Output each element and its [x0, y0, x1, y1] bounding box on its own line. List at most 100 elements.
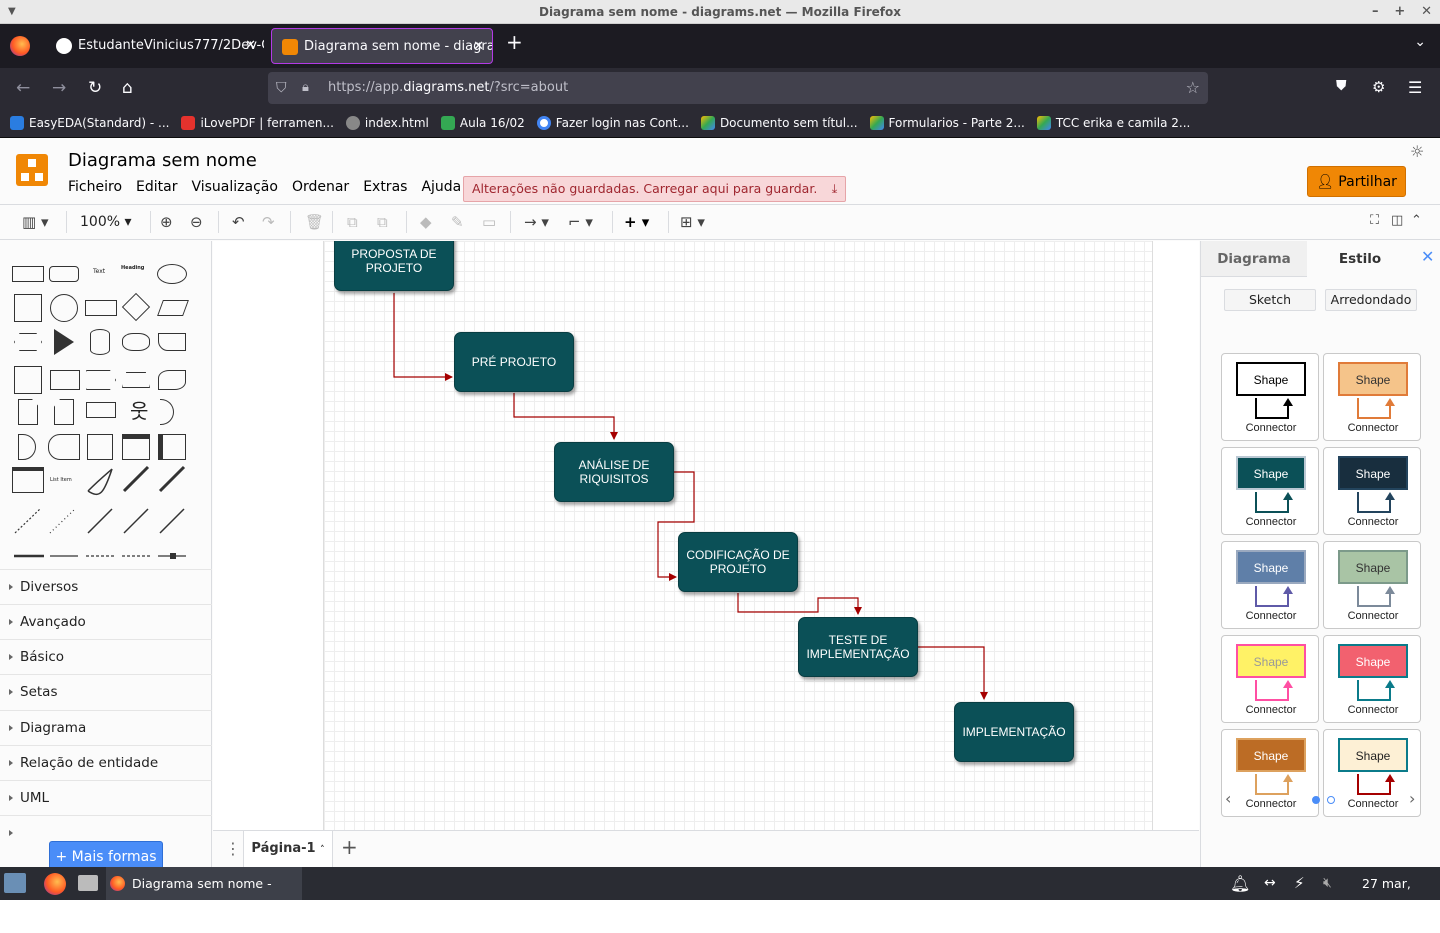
step-shape[interactable]	[86, 370, 116, 390]
cloud-shape[interactable]	[122, 333, 150, 351]
bookmark-item[interactable]: Documento sem títul...	[700, 115, 858, 130]
text-shape[interactable]: Text	[93, 268, 105, 275]
bookmark-item[interactable]: Aula 16/02	[440, 115, 525, 130]
style-card[interactable]: Shape Connector	[1221, 541, 1319, 629]
zoom-out-icon[interactable]: ⊖	[190, 213, 203, 231]
style-card[interactable]: Shape Connector	[1221, 635, 1319, 723]
zoom-select[interactable]: 100% ▾	[80, 214, 132, 230]
node-codificacao[interactable]: CODIFICAÇÃO DE PROJETO	[678, 532, 798, 592]
close-tab-icon[interactable]: ✕	[245, 28, 256, 64]
to-front-icon[interactable]: ⧉	[347, 213, 358, 231]
line-shape[interactable]	[87, 508, 113, 534]
tape-shape[interactable]	[158, 370, 186, 390]
category-uml[interactable]: UML	[0, 780, 212, 815]
bidirectional-arrow-shape[interactable]	[122, 465, 150, 493]
style-card[interactable]: Shape Connector	[1323, 353, 1421, 441]
power-icon[interactable]: ⚡︎	[1294, 867, 1305, 900]
unsaved-changes-banner[interactable]: Alterações não guardadas. Carregar aqui …	[463, 176, 847, 202]
view-panels-icon[interactable]: ▥ ▾	[22, 213, 48, 231]
menu-ordenar[interactable]: Ordenar	[292, 179, 349, 195]
swimlane-shape[interactable]	[122, 434, 150, 460]
menu-ajuda[interactable]: Ajuda	[421, 179, 461, 195]
new-tab-icon[interactable]: +	[506, 30, 523, 54]
rectangle-shape[interactable]	[12, 266, 44, 282]
diagram-canvas[interactable]: PROPOSTA DE PROJETO PRÉ PROJETO ANÁLISE …	[213, 241, 1199, 830]
home-icon[interactable]: ⌂	[122, 78, 133, 98]
shield-icon[interactable]: ⛉	[276, 72, 287, 104]
note-shape[interactable]	[18, 399, 38, 425]
triangle-shape[interactable]	[54, 329, 74, 355]
bookmark-item[interactable]: Fazer login nas Cont...	[536, 115, 689, 130]
menu-editar[interactable]: Editar	[136, 179, 177, 195]
firefox-launcher-icon[interactable]	[44, 873, 66, 895]
tab-drawio[interactable]: Diagrama sem nome - diagra ✕	[271, 28, 493, 64]
reload-icon[interactable]: ↻	[88, 78, 102, 98]
style-card[interactable]: Shape Connector	[1323, 541, 1421, 629]
files-launcher-icon[interactable]	[78, 875, 98, 891]
card-shape[interactable]	[54, 399, 74, 425]
rounded-rectangle-shape[interactable]	[49, 266, 79, 282]
container-shape[interactable]	[87, 434, 113, 460]
theme-icon[interactable]: ☼	[1410, 142, 1424, 161]
edge-pre-analise[interactable]	[513, 393, 618, 440]
pages-menu-icon[interactable]: ⋮	[225, 839, 241, 858]
internal-storage-shape[interactable]	[14, 366, 42, 394]
process-shape[interactable]	[85, 300, 117, 316]
insert-icon[interactable]: + ▾	[624, 213, 649, 231]
taskbar-window-firefox[interactable]: Diagrama sem nome - diagr...	[106, 867, 302, 924]
category-basico[interactable]: Básico	[0, 639, 212, 674]
add-page-icon[interactable]: +	[341, 835, 358, 859]
node-analise[interactable]: ANÁLISE DE RIQUISITOS	[554, 442, 674, 502]
callout-shape[interactable]	[86, 402, 116, 418]
style-card[interactable]: Shape Connector	[1323, 635, 1421, 723]
menu-visualizacao[interactable]: Visualização	[191, 179, 277, 195]
network-icon[interactable]: ↔	[1264, 867, 1276, 900]
style-card[interactable]: Shape Connector	[1221, 729, 1319, 817]
cube-shape[interactable]	[50, 370, 80, 390]
category-relacao-entidade[interactable]: Relação de entidade	[0, 745, 212, 780]
category-diversos[interactable]: Diversos	[0, 569, 212, 604]
connection-icon[interactable]: → ▾	[524, 213, 549, 231]
curve-shape[interactable]	[87, 468, 113, 496]
window-menu-icon[interactable]: ▼	[8, 0, 16, 24]
edge-codificacao-teste[interactable]	[737, 593, 862, 615]
close-tab-icon[interactable]: ✕	[473, 29, 484, 63]
rounded-toggle[interactable]: Arredondado	[1325, 289, 1417, 311]
share-button[interactable]: 👤︎ Partilhar	[1307, 166, 1406, 197]
menu-extras[interactable]: Extras	[363, 179, 407, 195]
forward-icon[interactable]: →	[52, 78, 66, 98]
actor-shape[interactable]: 웃	[130, 398, 148, 424]
style-card[interactable]: Shape Connector	[1221, 447, 1319, 535]
close-icon[interactable]: ✕	[1421, 0, 1432, 24]
category-setas[interactable]: Setas	[0, 674, 212, 709]
node-implementacao[interactable]: IMPLEMENTAÇÃO	[954, 702, 1074, 762]
trapezoid-shape[interactable]	[122, 372, 150, 388]
edge-proposta-pre[interactable]	[393, 293, 453, 381]
collapse-icon[interactable]: ⌃	[1411, 213, 1422, 228]
tab-estilo[interactable]: Estilo	[1307, 241, 1413, 277]
or-shape[interactable]	[160, 399, 174, 425]
bookmark-item[interactable]: iLovePDF | ferramen...	[181, 115, 334, 130]
line-color-icon[interactable]: ✎	[451, 213, 464, 231]
tab-github[interactable]: EstudanteVinicius777/2Dev-C ✕	[46, 28, 264, 64]
tab-page-1[interactable]: Página-1 ˄	[243, 831, 333, 867]
edge-teste-implementacao[interactable]	[918, 646, 988, 700]
maximize-icon[interactable]: +	[1394, 0, 1405, 24]
page-dot-2[interactable]	[1327, 796, 1335, 804]
notifications-icon[interactable]: 🔔︎	[1230, 867, 1250, 900]
bookmark-item[interactable]: EasyEDA(Standard) - ...	[10, 115, 169, 130]
menu-ficheiro[interactable]: Ficheiro	[68, 179, 122, 195]
heading-shape[interactable]: Heading	[121, 265, 144, 271]
document-title[interactable]: Diagrama sem nome	[68, 150, 257, 171]
document-shape[interactable]	[158, 333, 186, 351]
page-dot-1[interactable]	[1312, 796, 1320, 804]
arrow-shape[interactable]	[158, 465, 186, 493]
tab-diagrama[interactable]: Diagrama	[1201, 241, 1307, 277]
ellipse-shape[interactable]	[157, 264, 187, 284]
minimize-icon[interactable]: –	[1372, 0, 1379, 24]
style-card[interactable]: Shape Connector	[1323, 447, 1421, 535]
back-icon[interactable]: ←	[16, 78, 30, 98]
table-icon[interactable]: ⊞ ▾	[680, 213, 705, 231]
style-card[interactable]: Shape Connector	[1323, 729, 1421, 817]
frame-shape[interactable]	[158, 434, 186, 460]
